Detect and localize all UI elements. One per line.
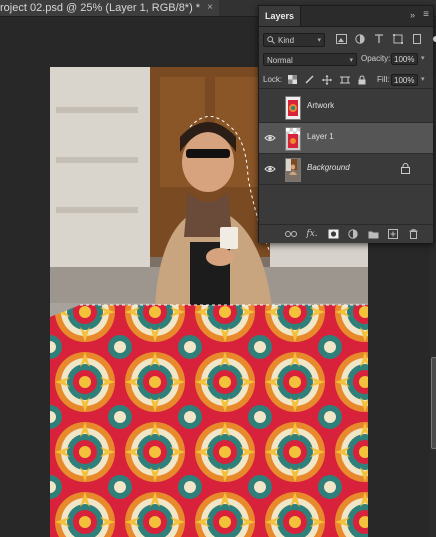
fill-label: Fill:	[377, 75, 390, 84]
layer-name-background: Background	[307, 163, 350, 172]
lock-position-icon[interactable]	[322, 75, 332, 87]
filter-kind-select[interactable]: Kind ▾	[263, 33, 325, 47]
new-group-folder-icon[interactable]	[367, 228, 379, 240]
filter-toggle-icon[interactable]	[430, 33, 436, 45]
layer-filter-row: Kind ▾	[259, 31, 436, 51]
scrollbar-thumb[interactable]	[431, 357, 436, 449]
filter-adjustment-icon[interactable]	[354, 33, 366, 45]
layers-panel-header: Layers » ≡	[259, 6, 433, 27]
collapse-panel-icon[interactable]: »	[410, 10, 415, 20]
panel-menu-icon[interactable]: ≡	[423, 9, 429, 20]
filter-kind-value: Kind	[278, 35, 295, 45]
lock-label: Lock:	[263, 75, 283, 84]
lock-image-pixels-icon[interactable]	[305, 75, 314, 87]
new-layer-icon[interactable]	[387, 228, 399, 240]
filter-type-icon[interactable]	[373, 33, 385, 45]
layers-panel: Layers » ≡ Kind ▾ Normal ▾ Opacity: 100%…	[258, 5, 436, 243]
lock-transparent-pixels-icon[interactable]	[288, 75, 297, 87]
layers-panel-footer: fx.	[259, 224, 433, 243]
blend-mode-select[interactable]: Normal ▾	[263, 53, 357, 66]
search-icon	[267, 36, 275, 44]
lock-fill-row: Lock: Fill: 100% ▾	[259, 72, 433, 89]
link-layers-icon[interactable]	[285, 228, 297, 240]
blend-opacity-row: Normal ▾ Opacity: 100% ▾	[259, 52, 433, 68]
blend-mode-value: Normal	[267, 56, 293, 65]
eye-icon[interactable]	[264, 163, 276, 175]
lock-all-icon[interactable]	[358, 75, 366, 87]
layer-row-layer-1[interactable]: Layer 1	[259, 123, 433, 154]
layers-tab[interactable]: Layers	[259, 6, 302, 26]
opacity-input[interactable]: 100%	[391, 53, 418, 65]
layer-name-layer-1: Layer 1	[307, 132, 334, 141]
adjustment-layer-icon[interactable]	[347, 228, 359, 240]
layer-name-artwork: Artwork	[307, 101, 335, 110]
add-layer-style-button[interactable]: fx.	[305, 228, 319, 240]
filter-smart-object-icon[interactable]	[411, 33, 423, 45]
layer-thumbnail-background	[285, 158, 301, 182]
delete-layer-trash-icon[interactable]	[407, 228, 419, 240]
visibility-toggle-empty[interactable]	[264, 101, 276, 113]
document-tab-title: roject 02.psd @ 25% (Layer 1, RGB/8*) *	[0, 2, 201, 14]
document-tab[interactable]: roject 02.psd @ 25% (Layer 1, RGB/8*) * …	[0, 0, 219, 16]
filter-shape-icon[interactable]	[392, 33, 404, 45]
layer-row-background[interactable]: Background	[259, 154, 433, 185]
layer-row-artwork[interactable]: Artwork	[259, 92, 433, 123]
layers-list: Artwork Layer 1 Background	[259, 92, 433, 216]
fill-chevron-icon[interactable]: ▾	[421, 75, 425, 83]
lock-icon	[401, 163, 411, 174]
opacity-chevron-icon[interactable]: ▾	[421, 54, 425, 62]
filter-pixel-icon[interactable]	[335, 33, 347, 45]
add-layer-mask-icon[interactable]	[327, 228, 339, 240]
lock-artboard-icon[interactable]	[340, 75, 350, 87]
chevron-down-icon: ▾	[317, 37, 321, 44]
close-tab-icon[interactable]: ×	[207, 0, 213, 16]
opacity-label: Opacity:	[361, 54, 391, 63]
layer-thumbnail-layer-1	[285, 127, 301, 151]
eye-icon[interactable]	[264, 132, 276, 144]
layer-thumbnail-artwork	[285, 96, 301, 120]
fill-input[interactable]: 100%	[391, 74, 418, 86]
chevron-down-icon: ▾	[349, 57, 353, 64]
